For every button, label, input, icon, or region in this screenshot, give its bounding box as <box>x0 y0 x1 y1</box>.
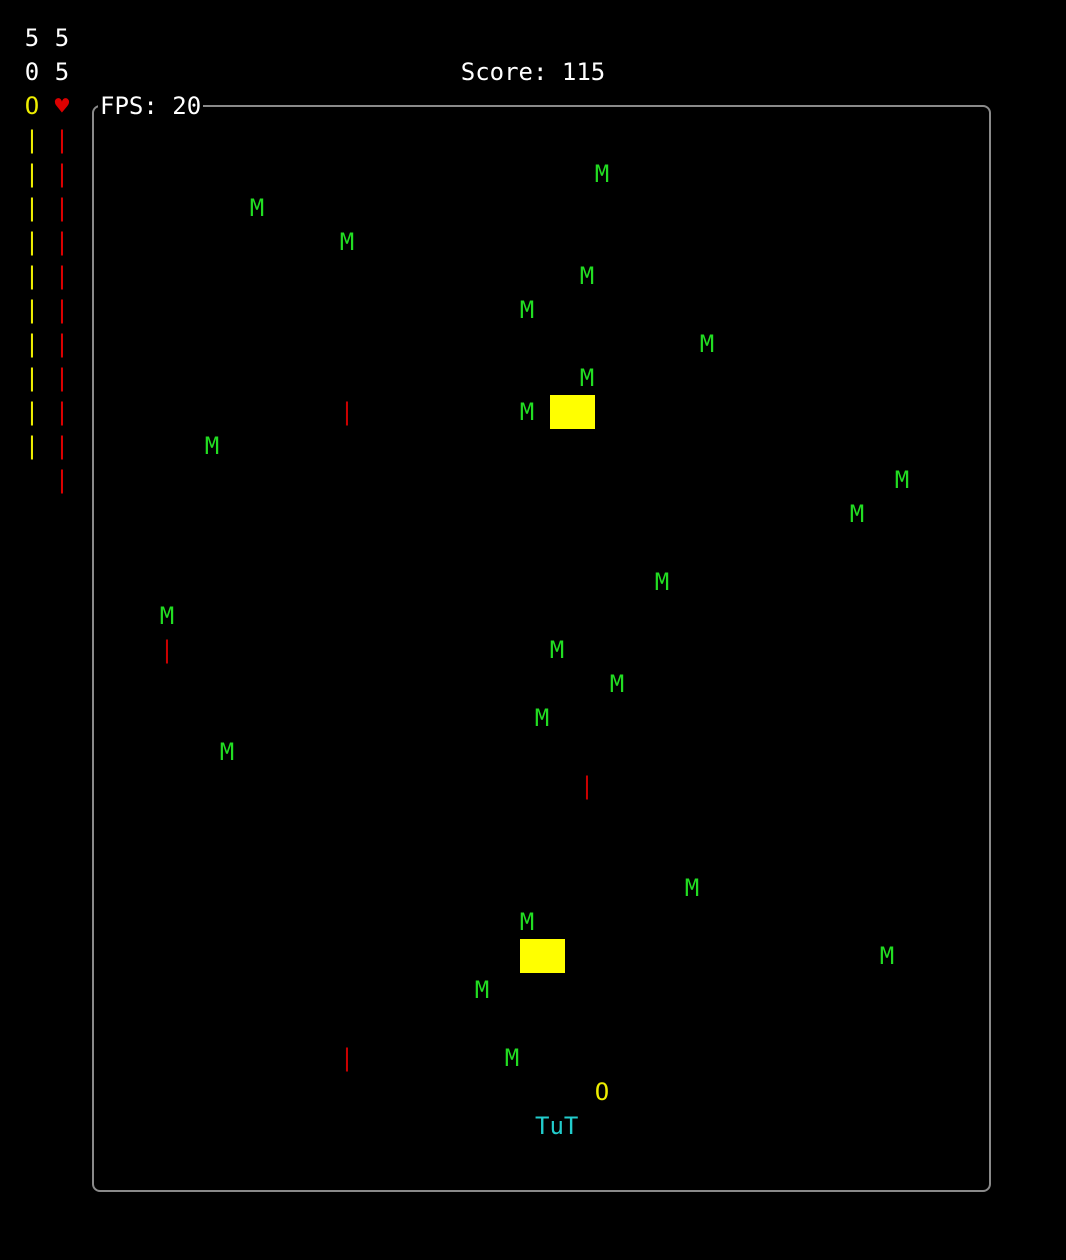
monster: M <box>579 364 595 392</box>
life-tick: | <box>54 262 70 290</box>
enemy-bullet: | <box>339 1044 355 1072</box>
monster: M <box>609 670 625 698</box>
life-tick: | <box>54 330 70 358</box>
life-tick: | <box>54 398 70 426</box>
monster: M <box>519 398 535 426</box>
monster: M <box>339 228 355 256</box>
life-tick: | <box>54 296 70 324</box>
player-bullet: O <box>594 1078 610 1106</box>
ammo-tick: | <box>24 398 40 426</box>
monster: M <box>504 1044 520 1072</box>
enemy-bullet: | <box>339 398 355 426</box>
life-tick: | <box>54 160 70 188</box>
monster: M <box>879 942 895 970</box>
monster: M <box>534 704 550 732</box>
heart-icon: ♥ <box>54 92 70 120</box>
fps-label: FPS: 20 <box>98 89 204 123</box>
ammo-tick: | <box>24 296 40 324</box>
monster: M <box>519 296 535 324</box>
counter-1b: 5 <box>54 24 70 52</box>
life-tick: | <box>54 466 70 494</box>
monster: M <box>159 602 175 630</box>
ammo-tick: | <box>24 330 40 358</box>
life-tick: | <box>54 432 70 460</box>
score-label: Score: 115 <box>460 58 606 86</box>
ammo-tick: | <box>24 160 40 188</box>
monster: M <box>849 500 865 528</box>
monster: M <box>219 738 235 766</box>
counter-1a: 5 <box>24 24 40 52</box>
monster: M <box>654 568 670 596</box>
life-tick: | <box>54 126 70 154</box>
enemy-bullet: | <box>159 636 175 664</box>
ammo-tick: | <box>24 194 40 222</box>
monster: M <box>519 908 535 936</box>
ammo-icon: O <box>24 92 40 120</box>
life-tick: | <box>54 194 70 222</box>
powerup-block <box>550 395 595 429</box>
ammo-tick: | <box>24 126 40 154</box>
ammo-tick: | <box>24 262 40 290</box>
life-tick: | <box>54 364 70 392</box>
monster: M <box>684 874 700 902</box>
monster: M <box>474 976 490 1004</box>
monster: M <box>249 194 265 222</box>
monster: M <box>699 330 715 358</box>
monster: M <box>549 636 565 664</box>
player-ship: TuT <box>535 1112 579 1140</box>
monster: M <box>894 466 910 494</box>
powerup-block <box>520 939 565 973</box>
monster: M <box>579 262 595 290</box>
ammo-tick: | <box>24 228 40 256</box>
ammo-tick: | <box>24 364 40 392</box>
enemy-bullet: | <box>579 772 595 800</box>
ammo-tick: | <box>24 432 40 460</box>
monster: M <box>204 432 220 460</box>
life-tick: | <box>54 228 70 256</box>
monster: M <box>594 160 610 188</box>
